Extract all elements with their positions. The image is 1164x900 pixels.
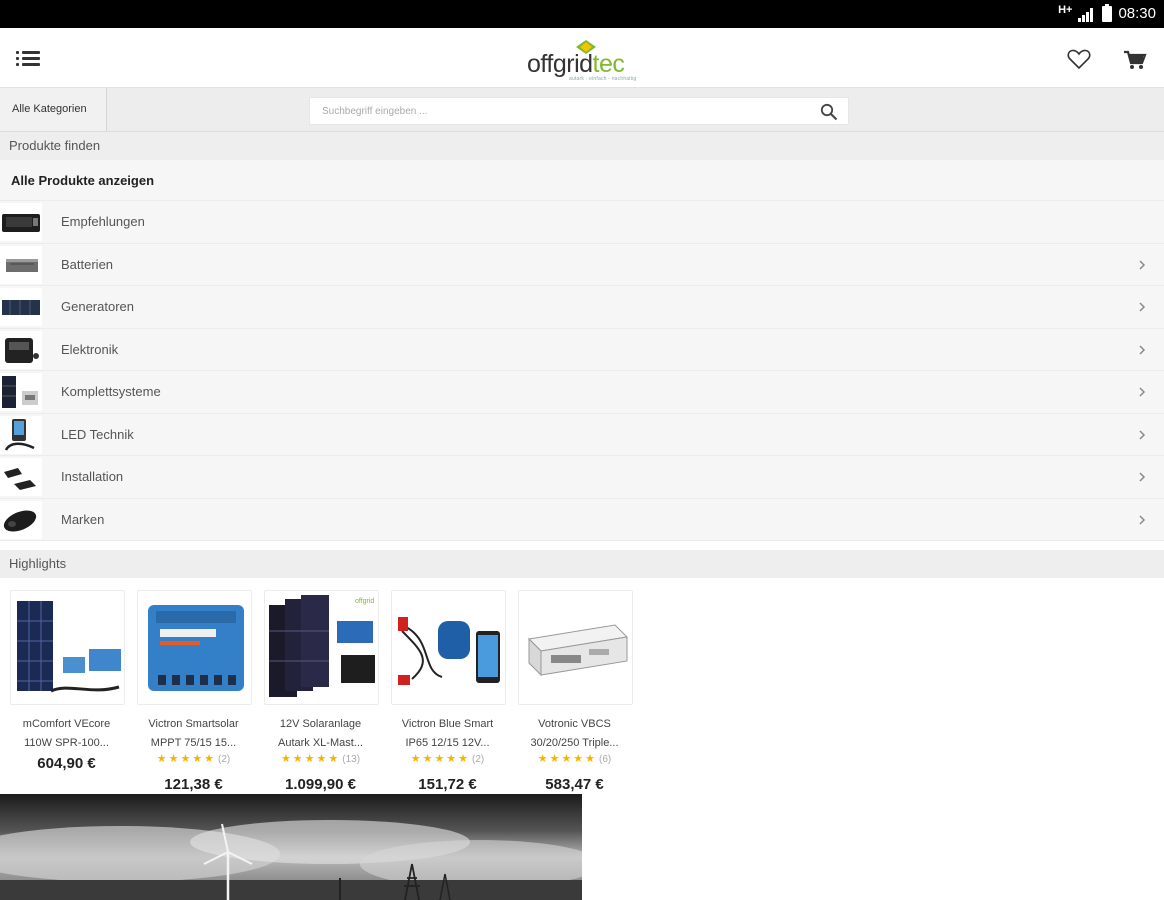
product-name: Votronic VBCS 30/20/250 Triple... (530, 718, 619, 749)
search-box[interactable] (309, 97, 849, 125)
logo-tagline: autark - einfach - nachhaltig (569, 76, 637, 82)
product-price: 1.099,90 € (285, 776, 356, 793)
category-label: Generatoren (61, 299, 134, 314)
clock: 08:30 (1118, 5, 1156, 22)
category-label: Komplettsysteme (61, 384, 161, 399)
wind-turbine-landscape-image (0, 820, 582, 900)
product-image (518, 590, 633, 705)
category-item-generatoren[interactable]: Generatoren (0, 286, 1164, 329)
chevron-right-icon (1139, 259, 1146, 270)
category-label: Installation (61, 469, 124, 484)
battery-icon (1102, 3, 1113, 22)
product-name: mComfort VEcore 110W SPR-100... (22, 718, 111, 749)
menu-list-icon[interactable] (16, 50, 40, 68)
product-price: 121,38 € (164, 776, 223, 793)
chevron-right-icon (1139, 387, 1146, 397)
signal-icon (1078, 6, 1096, 22)
chevron-right-icon (1139, 302, 1146, 312)
product-price: 583,47 € (545, 776, 604, 793)
category-thumbnail (0, 245, 42, 284)
shopping-cart-icon[interactable] (1123, 49, 1147, 71)
category-thumbnail (0, 458, 42, 496)
product-rating: ★★★★★ (2) (130, 752, 257, 765)
highlights-heading: Highlights (0, 550, 1164, 578)
star-rating-icon: ★★★★★ (537, 753, 598, 765)
promo-banner-image[interactable] (0, 794, 582, 900)
product-card[interactable]: mComfort VEcore 110W SPR-100... 604,90 € (3, 578, 130, 794)
review-count: (2) (218, 754, 231, 765)
category-thumbnail (0, 373, 42, 411)
category-item-marken[interactable]: Marken (0, 498, 1164, 541)
network-type: H+ (1058, 3, 1073, 16)
chevron-right-icon (1139, 514, 1146, 525)
category-label: LED Technik (61, 426, 134, 442)
category-label: Elektronik (61, 341, 119, 357)
all-categories-button[interactable]: Alle Kategorien (0, 88, 107, 131)
product-image (10, 590, 125, 705)
category-thumbnail (0, 415, 42, 454)
product-name: 12V Solaranlage Autark XL-Mast... (278, 718, 363, 749)
category-thumbnail (0, 330, 42, 369)
product-image: offgrid (264, 590, 379, 705)
logo-wordmark: offgridtec (527, 50, 625, 78)
status-bar: H+ 08:30 (0, 0, 1164, 28)
product-rating: ★★★★★ (6) (511, 752, 638, 765)
product-name: Victron Blue Smart IP65 12/15 12V... (401, 718, 494, 749)
chevron-right-icon (1139, 344, 1146, 355)
star-rating-icon: ★★★★★ (156, 753, 217, 765)
category-item-installation[interactable]: Installation (0, 456, 1164, 499)
wishlist-heart-icon[interactable] (1067, 48, 1091, 70)
all-products-link[interactable]: Alle Produkte anzeigen (0, 160, 1164, 201)
product-price: 604,90 € (37, 755, 96, 772)
search-bar-row: Alle Kategorien (0, 88, 1164, 132)
category-label: Batterien (61, 256, 114, 272)
chevron-right-icon (1139, 429, 1146, 440)
category-thumbnail (0, 288, 42, 326)
product-name: Victron Smartsolar MPPT 75/15 15... (148, 718, 239, 749)
product-card[interactable]: Victron Smartsolar MPPT 75/15 15... ★★★★★… (130, 578, 257, 794)
chevron-right-icon (1139, 472, 1146, 482)
highlights-carousel: mComfort VEcore 110W SPR-100... 604,90 € … (0, 578, 640, 794)
category-list: Alle Produkte anzeigen Empfehlungen Batt… (0, 160, 1164, 541)
search-input[interactable] (322, 98, 802, 124)
svg-text:offgrid: offgrid (355, 598, 374, 605)
category-item-komplettsysteme[interactable]: Komplettsysteme (0, 371, 1164, 414)
product-card[interactable]: Victron Blue Smart IP65 12/15 12V... ★★★★… (384, 578, 511, 794)
category-thumbnail (0, 500, 42, 539)
category-item-batterien[interactable]: Batterien (0, 243, 1164, 286)
app-header: offgridtec autark - einfach - nachhaltig (0, 28, 1164, 88)
category-thumbnail (0, 203, 42, 241)
star-rating-icon: ★★★★★ (410, 753, 471, 765)
review-count: (13) (342, 754, 361, 765)
product-image (137, 590, 252, 705)
offgridtec-logo[interactable]: offgridtec autark - einfach - nachhaltig (527, 38, 642, 82)
product-price: 151,72 € (418, 776, 477, 793)
product-rating: ★★★★★ (13) (257, 752, 384, 765)
product-card[interactable]: Votronic VBCS 30/20/250 Triple... ★★★★★ (6… (511, 578, 638, 794)
review-count: (6) (599, 754, 612, 765)
category-item-led-technik[interactable]: LED Technik (0, 413, 1164, 456)
star-rating-icon: ★★★★★ (280, 753, 341, 765)
search-icon[interactable] (820, 103, 838, 121)
category-label: Empfehlungen (61, 214, 145, 229)
category-label: Marken (61, 511, 105, 527)
category-item-empfehlungen[interactable]: Empfehlungen (0, 201, 1164, 244)
find-products-heading: Produkte finden (0, 132, 1164, 160)
category-item-elektronik[interactable]: Elektronik (0, 328, 1164, 371)
review-count: (2) (472, 754, 485, 765)
product-card[interactable]: offgrid 12V Solaranlage Autark XL-Mast...… (257, 578, 384, 794)
product-rating: ★★★★★ (2) (384, 752, 511, 765)
product-image (391, 590, 506, 705)
